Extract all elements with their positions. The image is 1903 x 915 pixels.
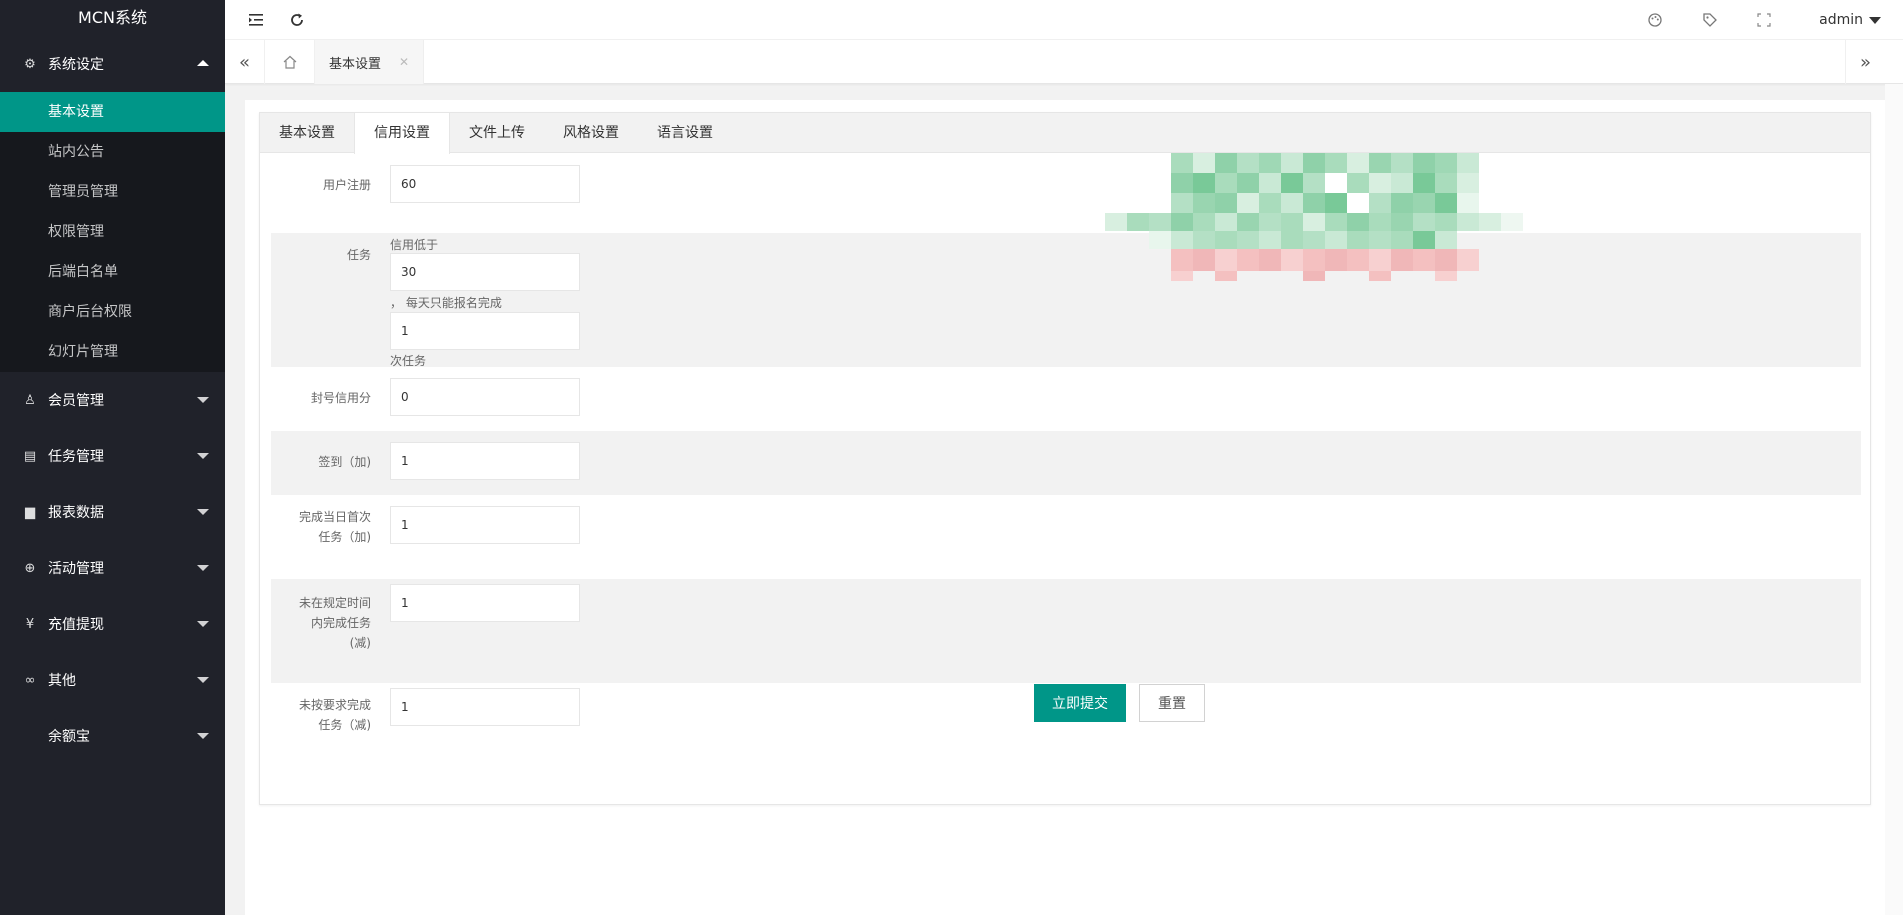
label-line: 未按要求完成 — [298, 698, 371, 712]
sidebar-item-slideshow[interactable]: 幻灯片管理 — [0, 332, 225, 372]
nav-label: 余额宝 — [48, 729, 90, 745]
nav-label: 会员管理 — [48, 393, 104, 409]
app-logo: MCN系统 — [0, 0, 225, 36]
nav-label: 充值提现 — [48, 617, 104, 633]
unqualified-input[interactable] — [390, 688, 580, 726]
overdue-input[interactable] — [390, 584, 580, 622]
credit-threshold-input[interactable] — [390, 253, 580, 291]
user-menu[interactable]: admin — [1819, 0, 1881, 40]
nav-label: 系统设定 — [48, 57, 104, 73]
tab-credit[interactable]: 信用设置 — [354, 113, 450, 154]
form-row-overdue: 未在规定时间 内完成任务 (减) — [271, 579, 1861, 683]
fullscreen-icon[interactable] — [1749, 0, 1779, 40]
form-row-signin: 签到（加) — [271, 431, 1861, 495]
tab-language[interactable]: 语言设置 — [638, 113, 732, 153]
redacted-watermark — [1055, 153, 1575, 293]
home-icon[interactable] — [265, 40, 315, 84]
sidebar: MCN系统 ⚙ 系统设定 基本设置 站内公告 管理员管理 权限管理 后端白名单 … — [0, 0, 225, 915]
label-register: 用户注册 — [322, 178, 371, 192]
nav-label: 报表数据 — [48, 505, 104, 521]
page-tab-bar: « 基本设置 ✕ » — [225, 40, 1903, 84]
sidebar-item-backend-whitelist[interactable]: 后端白名单 — [0, 252, 225, 292]
sidebar-item-admin-management[interactable]: 管理员管理 — [0, 172, 225, 212]
register-input[interactable] — [390, 165, 580, 203]
label-line: 完成当日首次 — [298, 510, 371, 524]
username: admin — [1819, 12, 1863, 28]
label-unqualified: 未按要求完成 任务（减) — [271, 695, 371, 735]
top-header: admin — [225, 0, 1903, 40]
user-icon: ♙ — [24, 392, 36, 408]
tab-label: 基本设置 — [329, 56, 382, 72]
theme-icon[interactable] — [1640, 0, 1670, 40]
nav-title-yuebao[interactable]: 余额宝 — [0, 708, 225, 764]
nav-title-system-settings[interactable]: ⚙ 系统设定 — [0, 36, 225, 92]
content-area: 基本设置 信用设置 文件上传 风格设置 语言设置 用户注册 任务 信用低于 ， … — [245, 100, 1885, 915]
refresh-icon[interactable] — [277, 0, 317, 40]
label-overdue: 未在规定时间 内完成任务 (减) — [271, 593, 371, 653]
hint-daily-limit: ， 每天只能报名完成 — [390, 296, 502, 310]
form-tabs: 基本设置 信用设置 文件上传 风格设置 语言设置 — [260, 113, 1870, 154]
chevron-down-icon — [197, 509, 209, 515]
signin-input[interactable] — [390, 442, 580, 480]
scroll-right-icon[interactable]: » — [1845, 40, 1885, 84]
document-icon: ▤ — [23, 448, 37, 464]
nav-title-members[interactable]: ♙ 会员管理 — [0, 372, 225, 428]
chevron-down-icon — [197, 397, 209, 403]
tag-icon[interactable] — [1695, 0, 1725, 40]
yen-icon: ¥ — [25, 616, 35, 632]
label-line: 任务（减) — [318, 718, 371, 732]
sidebar-item-permissions[interactable]: 权限管理 — [0, 212, 225, 252]
tab-basic-settings[interactable]: 基本设置 ✕ — [315, 40, 425, 84]
nav-label: 其他 — [48, 673, 76, 689]
blank-icon — [22, 728, 38, 744]
close-icon[interactable]: ✕ — [399, 55, 409, 69]
nav-label: 任务管理 — [48, 449, 104, 465]
form-row-ban: 封号信用分 — [271, 367, 1861, 431]
label-line: 内完成任务 — [310, 616, 371, 630]
daily-task-limit-input[interactable] — [390, 312, 580, 350]
gear-icon: ⚙ — [24, 56, 36, 72]
nav-title-activities[interactable]: ⊕ 活动管理 — [0, 540, 225, 596]
chevron-down-icon — [197, 677, 209, 683]
form-row-first-task: 完成当日首次 任务（加) — [271, 495, 1861, 579]
chevron-down-icon — [197, 733, 209, 739]
submenu-system-settings: 基本设置 站内公告 管理员管理 权限管理 后端白名单 商户后台权限 幻灯片管理 — [0, 92, 225, 372]
nav-group-system: ⚙ 系统设定 基本设置 站内公告 管理员管理 权限管理 后端白名单 商户后台权限… — [0, 36, 225, 372]
chevron-down-icon — [197, 621, 209, 627]
nav-title-reports[interactable]: ▆ 报表数据 — [0, 484, 225, 540]
ban-credit-input[interactable] — [390, 378, 580, 416]
tab-style[interactable]: 风格设置 — [544, 113, 638, 153]
label-ban: 封号信用分 — [310, 391, 371, 405]
sidebar-item-merchant-permissions[interactable]: 商户后台权限 — [0, 292, 225, 332]
nav-title-recharge[interactable]: ¥ 充值提现 — [0, 596, 225, 652]
scroll-left-icon[interactable]: « — [225, 40, 265, 84]
submit-button[interactable]: 立即提交 — [1034, 684, 1126, 722]
nav-label: 活动管理 — [48, 561, 104, 577]
first-task-input[interactable] — [390, 506, 580, 544]
label-first-task: 完成当日首次 任务（加) — [271, 507, 371, 547]
chevron-up-icon — [197, 60, 209, 66]
chevron-down-icon — [197, 565, 209, 571]
label-signin: 签到（加) — [318, 455, 371, 469]
reset-button[interactable]: 重置 — [1139, 684, 1205, 722]
vertical-scrollbar[interactable] — [1885, 84, 1903, 915]
hint-credit-below: 信用低于 — [390, 238, 439, 252]
sidebar-item-basic-settings[interactable]: 基本设置 — [0, 92, 225, 132]
chevron-down-icon — [1869, 16, 1881, 24]
label-line: 任务（加) — [318, 530, 371, 544]
label-line: (减) — [349, 636, 371, 650]
nav-title-tasks[interactable]: ▤ 任务管理 — [0, 428, 225, 484]
tab-upload[interactable]: 文件上传 — [450, 113, 544, 153]
label-line: 未在规定时间 — [298, 596, 371, 610]
binoculars-icon: ⊕ — [24, 560, 36, 576]
chevron-down-icon — [197, 453, 209, 459]
sidebar-item-announcement[interactable]: 站内公告 — [0, 132, 225, 172]
label-task: 任务 — [346, 248, 371, 262]
link-icon: ∞ — [24, 672, 36, 688]
nav-title-other[interactable]: ∞ 其他 — [0, 652, 225, 708]
tab-basic[interactable]: 基本设置 — [260, 113, 354, 153]
menu-fold-icon[interactable] — [237, 0, 277, 40]
chart-icon: ▆ — [25, 504, 35, 520]
